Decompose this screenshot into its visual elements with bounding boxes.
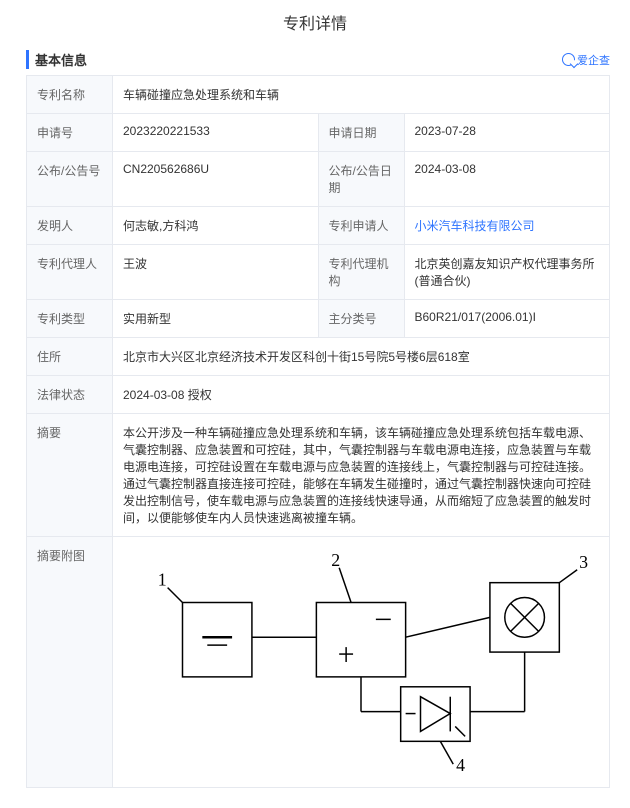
label-app-date: 申请日期 (318, 114, 404, 152)
label-app-no: 申请号 (27, 114, 113, 152)
value-app-no: 2023220221533 (113, 114, 319, 152)
label-applicant: 专利申请人 (318, 207, 404, 245)
label-agency: 专利代理机构 (318, 245, 404, 300)
magnifier-icon (562, 53, 575, 66)
label-figure: 摘要附图 (27, 537, 113, 788)
fig-label-4: 4 (456, 755, 465, 775)
label-legal: 法律状态 (27, 376, 113, 414)
brand-logo[interactable]: 爱企查 (562, 52, 610, 68)
page-title: 专利详情 (0, 0, 630, 42)
fig-label-3: 3 (579, 552, 588, 572)
applicant-link[interactable]: 小米汽车科技有限公司 (415, 219, 535, 233)
fig-label-2: 2 (331, 550, 340, 570)
label-inventor: 发明人 (27, 207, 113, 245)
value-name: 车辆碰撞应急处理系统和车辆 (113, 76, 610, 114)
section-header: 基本信息 爱企查 (26, 50, 610, 75)
section-title: 基本信息 (26, 50, 87, 69)
label-addr: 住所 (27, 338, 113, 376)
value-app-date: 2023-07-28 (404, 114, 610, 152)
value-pub-no: CN220562686U (113, 152, 319, 207)
label-abstract: 摘要 (27, 414, 113, 537)
label-name: 专利名称 (27, 76, 113, 114)
value-addr: 北京市大兴区北京经济技术开发区科创十街15号院5号楼6层618室 (113, 338, 610, 376)
label-pub-no: 公布/公告号 (27, 152, 113, 207)
label-class: 主分类号 (318, 300, 404, 338)
value-type: 实用新型 (113, 300, 319, 338)
value-applicant: 小米汽车科技有限公司 (404, 207, 610, 245)
label-type: 专利类型 (27, 300, 113, 338)
label-pub-date: 公布/公告日期 (318, 152, 404, 207)
value-agent: 王波 (113, 245, 319, 300)
value-figure: 1 2 3 4 (113, 537, 610, 788)
brand-text: 爱企查 (577, 52, 610, 68)
value-inventor: 何志敏,方科鸿 (113, 207, 319, 245)
fig-label-1: 1 (158, 570, 167, 590)
value-abstract: 本公开涉及一种车辆碰撞应急处理系统和车辆，该车辆碰撞应急处理系统包括车载电源、气… (113, 414, 610, 537)
value-legal: 2024-03-08 授权 (113, 376, 610, 414)
abstract-figure: 1 2 3 4 (123, 547, 599, 777)
basic-info-section: 基本信息 爱企查 专利名称 车辆碰撞应急处理系统和车辆 申请号 20232202… (0, 42, 630, 808)
value-pub-date: 2024-03-08 (404, 152, 610, 207)
label-agent: 专利代理人 (27, 245, 113, 300)
value-agency: 北京英创嘉友知识产权代理事务所(普通合伙) (404, 245, 610, 300)
value-class: B60R21/017(2006.01)I (404, 300, 610, 338)
info-table: 专利名称 车辆碰撞应急处理系统和车辆 申请号 2023220221533 申请日… (26, 75, 610, 788)
